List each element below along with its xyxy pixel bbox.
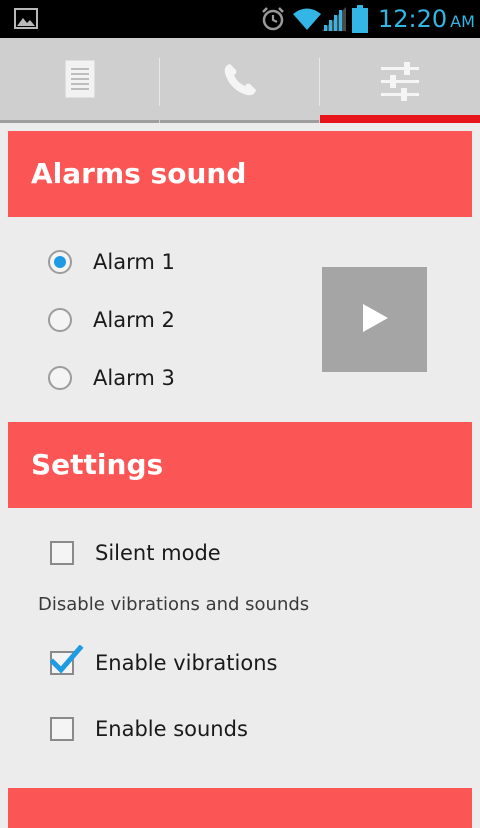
enable-vibrations-row[interactable]: Enable vibrations [48, 645, 277, 681]
silent-mode-hint: Disable vibrations and sounds [38, 594, 310, 615]
enable-vibrations-checkbox[interactable] [50, 645, 84, 675]
status-clock: 12:20 AM [378, 4, 475, 34]
tab-indicator [160, 120, 319, 123]
enable-sounds-checkbox[interactable] [50, 717, 74, 741]
tab-settings[interactable] [320, 38, 480, 123]
radio-button[interactable] [48, 308, 72, 332]
tab-indicator [0, 120, 159, 123]
checkbox-label: Enable sounds [95, 717, 248, 741]
status-bar: 12:20 AM [0, 0, 480, 38]
tab-bar [0, 38, 480, 123]
wifi-icon [292, 6, 322, 32]
clock-time: 12:20 [378, 5, 448, 33]
radio-label: Alarm 3 [93, 366, 175, 390]
silent-mode-checkbox[interactable] [50, 541, 74, 565]
tab-documents[interactable] [0, 38, 159, 123]
silent-mode-row[interactable]: Silent mode [48, 535, 221, 571]
alarm-clock-icon [260, 6, 286, 32]
gallery-icon [14, 8, 38, 29]
play-icon [361, 303, 389, 337]
radio-button[interactable] [48, 366, 72, 390]
sliders-icon [380, 61, 420, 105]
play-button[interactable] [322, 267, 427, 372]
tab-phone[interactable] [160, 38, 319, 123]
checkmark-icon [50, 645, 84, 674]
document-icon [65, 60, 95, 102]
checkbox-label: Silent mode [95, 541, 221, 565]
battery-icon [352, 5, 368, 33]
radio-alarm-2[interactable]: Alarm 2 [48, 302, 175, 338]
radio-label: Alarm 1 [93, 250, 175, 274]
radio-button-selected[interactable] [48, 250, 72, 274]
alarms-sound-header: Alarms sound [8, 131, 472, 217]
radio-alarm-1[interactable]: Alarm 1 [48, 244, 175, 280]
clock-ampm: AM [450, 12, 475, 31]
radio-alarm-3[interactable]: Alarm 3 [48, 360, 175, 396]
next-section-header [8, 788, 472, 828]
radio-label: Alarm 2 [93, 308, 175, 332]
signal-icon [322, 6, 346, 32]
tab-indicator-selected [320, 115, 480, 123]
enable-sounds-row[interactable]: Enable sounds [48, 711, 248, 747]
checkbox-label: Enable vibrations [95, 651, 278, 675]
phone-icon [222, 62, 258, 102]
settings-header: Settings [8, 422, 472, 508]
